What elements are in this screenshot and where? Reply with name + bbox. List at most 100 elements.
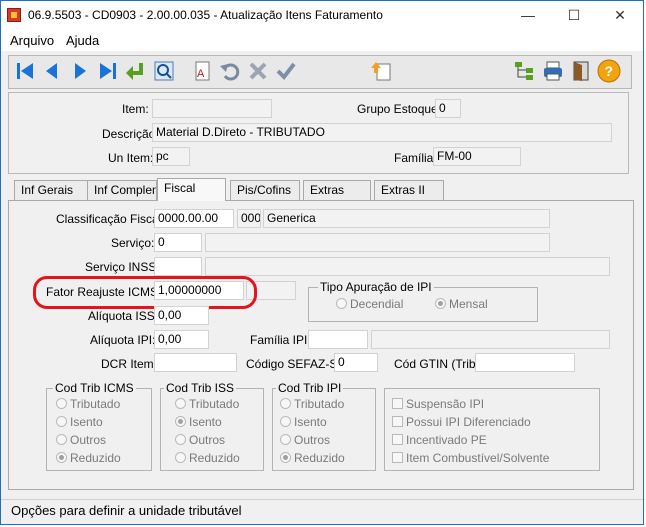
delete-icon[interactable] bbox=[246, 59, 270, 83]
svg-text:A: A bbox=[197, 68, 205, 80]
tab-pis-cofins[interactable]: Pis/Cofins bbox=[230, 180, 300, 200]
tipo-apuracao-title: Tipo Apuração de IPI bbox=[318, 280, 434, 294]
item-label: Item: bbox=[122, 102, 149, 116]
un-item-field[interactable]: pc bbox=[152, 147, 190, 166]
decendial-radio[interactable] bbox=[336, 298, 347, 309]
classificacao-desc-field[interactable]: Generica bbox=[263, 209, 550, 228]
familia-field[interactable]: FM-00 bbox=[433, 147, 521, 166]
menu-ajuda[interactable]: Ajuda bbox=[66, 33, 99, 48]
confirm-icon[interactable] bbox=[274, 59, 298, 83]
icms-reduzido-radio[interactable] bbox=[56, 452, 67, 463]
servico-inss-field[interactable] bbox=[154, 257, 202, 276]
status-text: Opções para definir a unidade tributável bbox=[11, 503, 242, 518]
combustivel-label: Item Combustível/Solvente bbox=[406, 451, 550, 465]
gtin-field[interactable] bbox=[475, 353, 575, 372]
dcr-item-label: DCR Item: bbox=[101, 357, 158, 371]
familia-ipi-label: Família IPI: bbox=[250, 333, 311, 347]
aliquota-ipi-field[interactable]: 0,00 bbox=[154, 330, 209, 349]
icms-isento-label: Isento bbox=[70, 415, 103, 429]
icms-isento-radio[interactable] bbox=[56, 416, 67, 427]
cod-trib-icms-title: Cod Trib ICMS bbox=[53, 381, 136, 395]
search-zoom-icon[interactable] bbox=[152, 59, 176, 83]
goto-icon[interactable] bbox=[124, 59, 148, 83]
ipi-reduzido-label: Reduzido bbox=[294, 451, 345, 465]
tree-icon[interactable] bbox=[512, 59, 536, 83]
item-field[interactable] bbox=[152, 99, 272, 118]
servico-inss-label: Serviço INSS: bbox=[85, 260, 160, 274]
classificacao-fiscal-label: Classificação Fiscal: bbox=[56, 212, 165, 226]
classificacao-fiscal-field[interactable]: 0000.00.00 bbox=[154, 209, 234, 228]
familia-ipi-desc-field[interactable] bbox=[371, 330, 610, 349]
aliquota-ipi-label: Alíquota IPI: bbox=[90, 333, 156, 347]
incentivado-pe-label: Incentivado PE bbox=[406, 433, 487, 447]
sefaz-field[interactable]: 0 bbox=[334, 353, 378, 372]
icms-tributado-label: Tributado bbox=[70, 397, 121, 411]
suspensao-ipi-checkbox[interactable] bbox=[392, 398, 403, 409]
un-item-label: Un Item: bbox=[108, 151, 154, 165]
prev-icon[interactable] bbox=[40, 59, 64, 83]
servico-inss-desc-field[interactable] bbox=[205, 257, 610, 276]
dcr-item-field[interactable] bbox=[154, 353, 237, 372]
upload-icon[interactable] bbox=[370, 59, 394, 83]
next-icon[interactable] bbox=[68, 59, 92, 83]
icms-outros-radio[interactable] bbox=[56, 434, 67, 445]
ipi-diferenciado-checkbox[interactable] bbox=[392, 416, 403, 427]
incentivado-pe-checkbox[interactable] bbox=[392, 434, 403, 445]
descricao-label: Descrição: bbox=[102, 127, 159, 141]
report-icon[interactable]: A bbox=[190, 59, 214, 83]
suspensao-ipi-label: Suspensão IPI bbox=[406, 397, 485, 411]
mensal-label: Mensal bbox=[449, 297, 488, 311]
classificacao-code-field[interactable]: 000 bbox=[237, 209, 261, 228]
ipi-outros-label: Outros bbox=[294, 433, 331, 447]
iss-tributado-radio[interactable] bbox=[175, 398, 186, 409]
grupo-estoque-field[interactable]: 0 bbox=[435, 99, 461, 118]
tab-extras[interactable]: Extras bbox=[303, 180, 371, 200]
iss-outros-radio[interactable] bbox=[175, 434, 186, 445]
app-icon bbox=[7, 8, 21, 22]
icms-outros-label: Outros bbox=[70, 433, 107, 447]
iss-isento-label: Isento bbox=[189, 415, 222, 429]
iss-reduzido-label: Reduzido bbox=[189, 451, 240, 465]
familia-label: Família: bbox=[394, 151, 437, 165]
mensal-radio[interactable] bbox=[435, 298, 446, 309]
ipi-isento-label: Isento bbox=[294, 415, 327, 429]
minimize-button[interactable]: — bbox=[505, 1, 551, 30]
last-icon[interactable] bbox=[96, 59, 120, 83]
ipi-outros-radio[interactable] bbox=[280, 434, 291, 445]
iss-outros-label: Outros bbox=[189, 433, 226, 447]
first-icon[interactable] bbox=[13, 59, 37, 83]
icms-tributado-radio[interactable] bbox=[56, 398, 67, 409]
servico-desc-field[interactable] bbox=[205, 233, 550, 252]
iss-isento-radio[interactable] bbox=[175, 416, 186, 427]
tab-extras-ii[interactable]: Extras II bbox=[374, 180, 444, 200]
svg-text:?: ? bbox=[605, 63, 614, 79]
ipi-diferenciado-label: Possui IPI Diferenciado bbox=[406, 415, 531, 429]
print-icon[interactable] bbox=[541, 59, 565, 83]
ipi-reduzido-radio[interactable] bbox=[280, 452, 291, 463]
close-button[interactable]: ✕ bbox=[597, 1, 643, 30]
iss-tributado-label: Tributado bbox=[189, 397, 240, 411]
tab-inf-complem[interactable]: Inf Complem bbox=[87, 180, 157, 200]
ipi-tributado-radio[interactable] bbox=[280, 398, 291, 409]
servico-label: Serviço: bbox=[111, 236, 155, 250]
exit-icon[interactable] bbox=[569, 59, 593, 83]
combustivel-checkbox[interactable] bbox=[392, 452, 403, 463]
familia-ipi-field[interactable] bbox=[308, 330, 368, 349]
cod-trib-iss-title: Cod Trib ISS bbox=[164, 381, 237, 395]
tab-inf-gerais[interactable]: Inf Gerais bbox=[14, 180, 88, 200]
ipi-isento-radio[interactable] bbox=[280, 416, 291, 427]
help-icon[interactable]: ? bbox=[597, 59, 621, 83]
undo-icon[interactable] bbox=[218, 59, 242, 83]
maximize-button[interactable]: ☐ bbox=[551, 1, 597, 30]
cod-trib-ipi-title: Cod Trib IPI bbox=[276, 381, 344, 395]
aliquota-iss-field[interactable]: 0,00 bbox=[154, 306, 209, 325]
menu-arquivo[interactable]: Arquivo bbox=[10, 33, 54, 48]
icms-reduzido-label: Reduzido bbox=[70, 451, 121, 465]
highlight-annotation bbox=[33, 276, 257, 309]
iss-reduzido-radio[interactable] bbox=[175, 452, 186, 463]
window-title: 06.9.5503 - CD0903 - 2.00.00.035 - Atual… bbox=[28, 8, 383, 22]
servico-field[interactable]: 0 bbox=[154, 233, 202, 252]
descricao-field[interactable]: Material D.Direto - TRIBUTADO bbox=[152, 123, 612, 142]
decendial-label: Decendial bbox=[350, 297, 404, 311]
tab-fiscal[interactable]: Fiscal bbox=[157, 178, 226, 201]
